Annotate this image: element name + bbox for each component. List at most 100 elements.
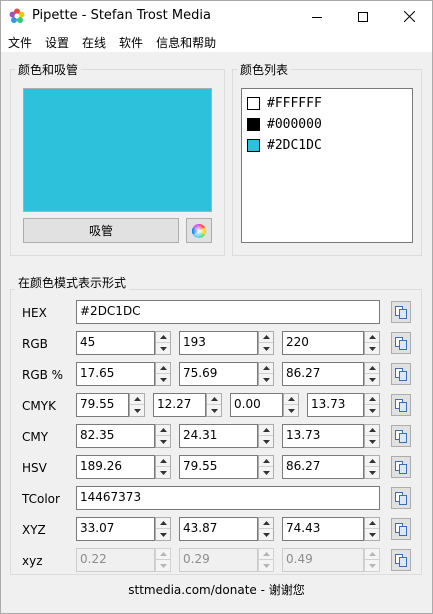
pipette-button[interactable]: 吸管	[23, 218, 179, 243]
rgb-r-spinner[interactable]	[155, 331, 171, 355]
cmy-m-spinner[interactable]	[258, 424, 274, 448]
maximize-button[interactable]	[340, 1, 386, 32]
copy-cmyk-button[interactable]	[391, 394, 411, 416]
rgb-percent-g-spinner[interactable]	[258, 362, 274, 386]
spin-up-button[interactable]	[365, 518, 379, 529]
spin-down-button[interactable]	[207, 405, 221, 416]
copy-hex-button[interactable]	[391, 301, 411, 323]
spin-down-button[interactable]	[284, 405, 298, 416]
list-item[interactable]: #FFFFFF	[242, 93, 412, 114]
rgb-b-spinner[interactable]	[364, 331, 380, 355]
spin-up-button[interactable]	[365, 332, 379, 343]
hsv-h-spinner[interactable]	[155, 455, 171, 479]
cmyk-c-spinner[interactable]	[129, 393, 145, 417]
cmyk-y-field[interactable]: 0.00	[230, 393, 283, 417]
spin-up-button[interactable]	[207, 394, 221, 405]
xyz-y-spinner[interactable]	[258, 517, 274, 541]
spin-up-button[interactable]	[156, 518, 170, 529]
rgb-r-field[interactable]: 45	[76, 331, 155, 355]
cmy-y-field[interactable]: 13.73	[282, 424, 364, 448]
hex-field[interactable]: #2DC1DC	[76, 300, 380, 324]
cmyk-m-spinner[interactable]	[206, 393, 222, 417]
spin-down-button[interactable]	[365, 529, 379, 540]
rgb-percent-r-field[interactable]: 17.65	[76, 362, 155, 386]
spin-down-button[interactable]	[365, 374, 379, 385]
spin-down-button[interactable]	[365, 405, 379, 416]
spin-down-button[interactable]	[259, 343, 273, 354]
spin-up-button[interactable]	[259, 332, 273, 343]
tcolor-field[interactable]: 14467373	[76, 486, 380, 510]
spin-down-button[interactable]	[156, 343, 170, 354]
menu-software[interactable]: 软件	[112, 32, 149, 52]
copy-xyz-button[interactable]	[391, 518, 411, 540]
xyz-z-field[interactable]: 74.43	[282, 517, 364, 541]
cmy-y-spinner[interactable]	[364, 424, 380, 448]
color-list[interactable]: #FFFFFF #000000 #2DC1DC	[241, 88, 413, 243]
xyz-z-spinner[interactable]	[364, 517, 380, 541]
spin-up-button[interactable]	[259, 456, 273, 467]
cmy-c-spinner[interactable]	[155, 424, 171, 448]
cmyk-y-spinner[interactable]	[283, 393, 299, 417]
rgb-percent-b-spinner[interactable]	[364, 362, 380, 386]
spin-up-button[interactable]	[259, 363, 273, 374]
rgb-g-field[interactable]: 193	[179, 331, 258, 355]
hsv-h-field[interactable]: 189.26	[76, 455, 155, 479]
spin-down-button[interactable]	[130, 405, 144, 416]
menu-settings[interactable]: 设置	[38, 32, 75, 52]
spin-down-button[interactable]	[259, 529, 273, 540]
spin-up-button[interactable]	[365, 363, 379, 374]
rgb-b-field[interactable]: 220	[282, 331, 364, 355]
spin-down-button[interactable]	[259, 374, 273, 385]
rgb-percent-b-field[interactable]: 86.27	[282, 362, 364, 386]
cmyk-c-field[interactable]: 79.55	[76, 393, 129, 417]
spin-up-button[interactable]	[156, 425, 170, 436]
spin-down-button[interactable]	[259, 467, 273, 478]
menu-file[interactable]: 文件	[1, 32, 38, 52]
menu-help[interactable]: 信息和帮助	[149, 32, 222, 52]
spin-down-button[interactable]	[365, 467, 379, 478]
hsv-s-field[interactable]: 79.55	[179, 455, 258, 479]
rgb-percent-r-spinner[interactable]	[155, 362, 171, 386]
xyz-x-spinner[interactable]	[155, 517, 171, 541]
spin-up-button[interactable]	[259, 518, 273, 529]
copy-rgb-percent-button[interactable]	[391, 363, 411, 385]
close-button[interactable]	[386, 1, 432, 32]
cmyk-k-spinner[interactable]	[364, 393, 380, 417]
spin-down-button[interactable]	[259, 436, 273, 447]
spin-up-button[interactable]	[156, 456, 170, 467]
menu-online[interactable]: 在线	[75, 32, 112, 52]
copy-tcolor-button[interactable]	[391, 487, 411, 509]
spin-up-button[interactable]	[130, 394, 144, 405]
cmyk-k-field[interactable]: 13.73	[307, 393, 364, 417]
copy-rgb-button[interactable]	[391, 332, 411, 354]
spin-up-button[interactable]	[284, 394, 298, 405]
spin-up-button[interactable]	[365, 456, 379, 467]
copy-hsv-button[interactable]	[391, 456, 411, 478]
spin-down-button[interactable]	[156, 467, 170, 478]
minimize-button[interactable]	[294, 1, 340, 32]
spin-down-button[interactable]	[156, 374, 170, 385]
spin-up-button[interactable]	[259, 425, 273, 436]
hsv-v-spinner[interactable]	[364, 455, 380, 479]
spin-down-button[interactable]	[156, 436, 170, 447]
spin-down-button[interactable]	[365, 343, 379, 354]
spin-up-button[interactable]	[365, 394, 379, 405]
list-item[interactable]: #000000	[242, 114, 412, 135]
cmyk-m-field[interactable]: 12.27	[153, 393, 206, 417]
spin-up-button[interactable]	[156, 363, 170, 374]
xyz-x-field[interactable]: 33.07	[76, 517, 155, 541]
hsv-v-field[interactable]: 86.27	[282, 455, 364, 479]
rgb-g-spinner[interactable]	[258, 331, 274, 355]
copy-cmy-button[interactable]	[391, 425, 411, 447]
rgb-percent-g-field[interactable]: 75.69	[179, 362, 258, 386]
xyz-y-field[interactable]: 43.87	[179, 517, 258, 541]
spin-up-button[interactable]	[156, 332, 170, 343]
donate-link[interactable]: sttmedia.com/donate - 谢谢您	[1, 581, 432, 598]
spin-up-button[interactable]	[365, 425, 379, 436]
spin-down-button[interactable]	[365, 436, 379, 447]
copy-xyz-normalized-button[interactable]	[391, 549, 411, 571]
cmy-m-field[interactable]: 24.31	[179, 424, 258, 448]
color-picker-button[interactable]	[186, 218, 212, 243]
cmy-c-field[interactable]: 82.35	[76, 424, 155, 448]
hsv-s-spinner[interactable]	[258, 455, 274, 479]
